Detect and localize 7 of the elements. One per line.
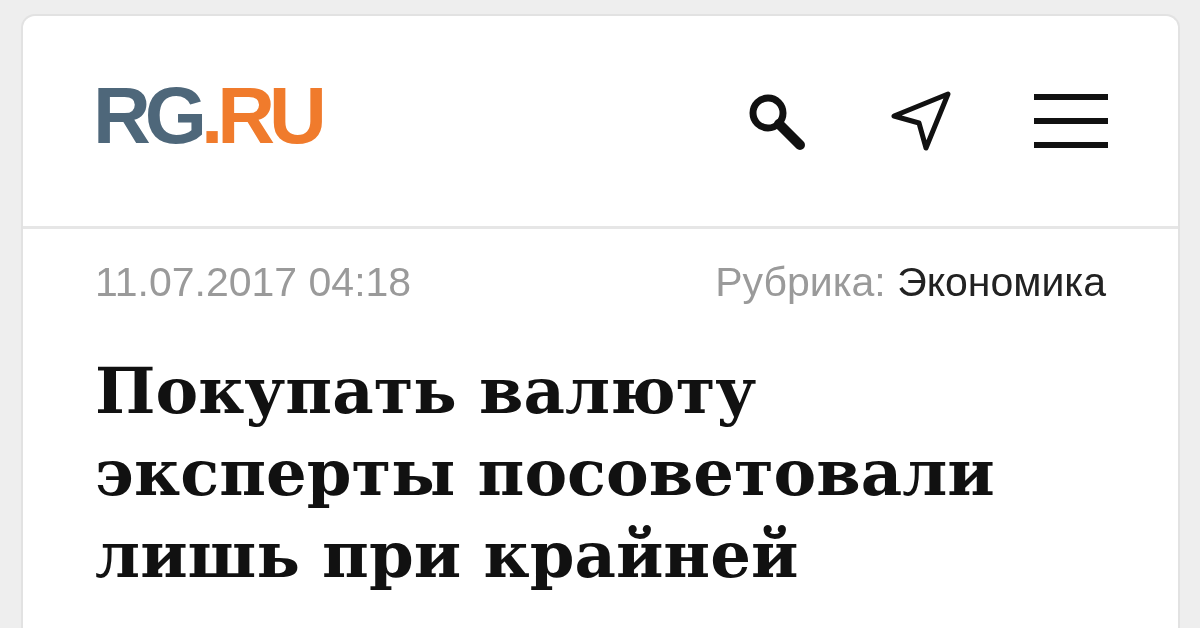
site-logo[interactable]: RG.RU <box>93 76 321 156</box>
rubric-link[interactable]: Экономика <box>897 259 1106 305</box>
article-headline: Покупать валюту эксперты посоветовали лишь при крайней <box>95 352 996 594</box>
rubric-label: Рубрика: <box>715 259 886 305</box>
send-icon[interactable] <box>890 90 952 152</box>
publish-date: 11.07.2017 04:18 <box>95 259 412 306</box>
menu-icon[interactable] <box>1034 91 1108 151</box>
